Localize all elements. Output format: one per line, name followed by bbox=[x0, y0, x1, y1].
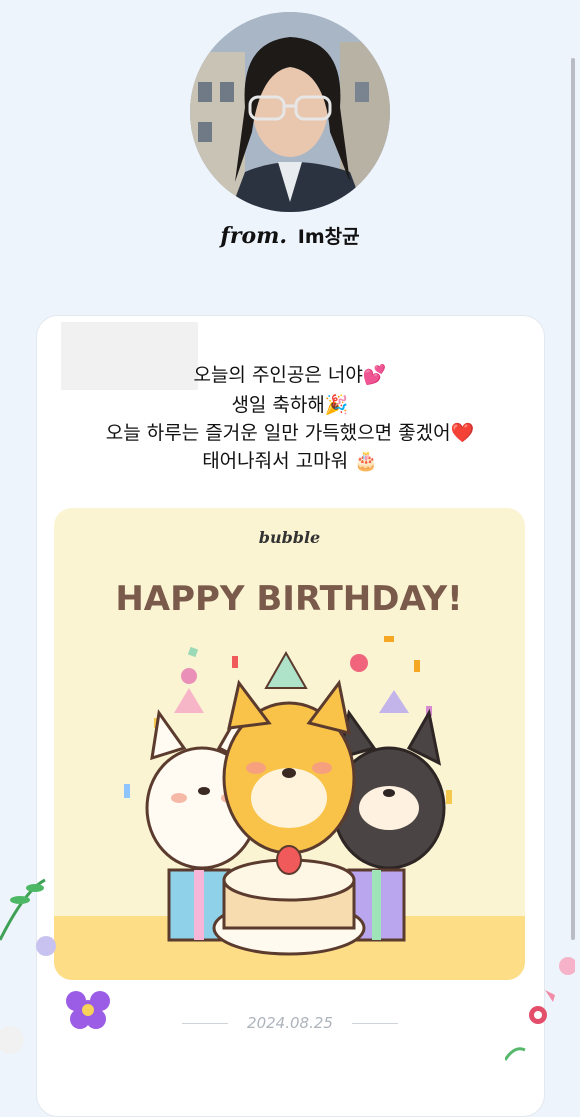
flower-decoration-left bbox=[0, 878, 56, 1054]
message-line-3: 오늘 하루는 즐거운 일만 가득했으면 좋겠어❤️ bbox=[105, 422, 475, 444]
sender-line: from. Im창균 bbox=[0, 222, 580, 249]
birthday-card-image[interactable]: bubble HAPPY BIRTHDAY! bbox=[54, 508, 525, 980]
headline-text: HAPPY BIRTHDAY! bbox=[115, 579, 462, 619]
sender-name: Im창균 bbox=[297, 226, 360, 248]
shiba-dog-character bbox=[222, 650, 356, 855]
scrollbar[interactable] bbox=[571, 58, 575, 940]
flower-decoration-right bbox=[505, 957, 575, 1061]
message-line-1: 오늘의 주인공은 너야💕 bbox=[193, 364, 387, 386]
birthday-cake bbox=[212, 845, 366, 956]
purple-flower-icon bbox=[66, 991, 110, 1029]
sender-avatar[interactable] bbox=[190, 12, 390, 212]
message-line-4: 태어나줘서 고마워 🎂 bbox=[202, 450, 378, 472]
avatar-photo bbox=[190, 12, 390, 212]
birthday-illustration: HAPPY BIRTHDAY! bbox=[54, 579, 525, 980]
from-label: from. bbox=[220, 223, 288, 249]
message-line-2: 생일 축하해🎉 bbox=[231, 394, 349, 416]
divider-right bbox=[351, 1023, 398, 1024]
letter-date: 2024.08.25 bbox=[247, 1014, 333, 1032]
divider-left bbox=[182, 1023, 229, 1024]
